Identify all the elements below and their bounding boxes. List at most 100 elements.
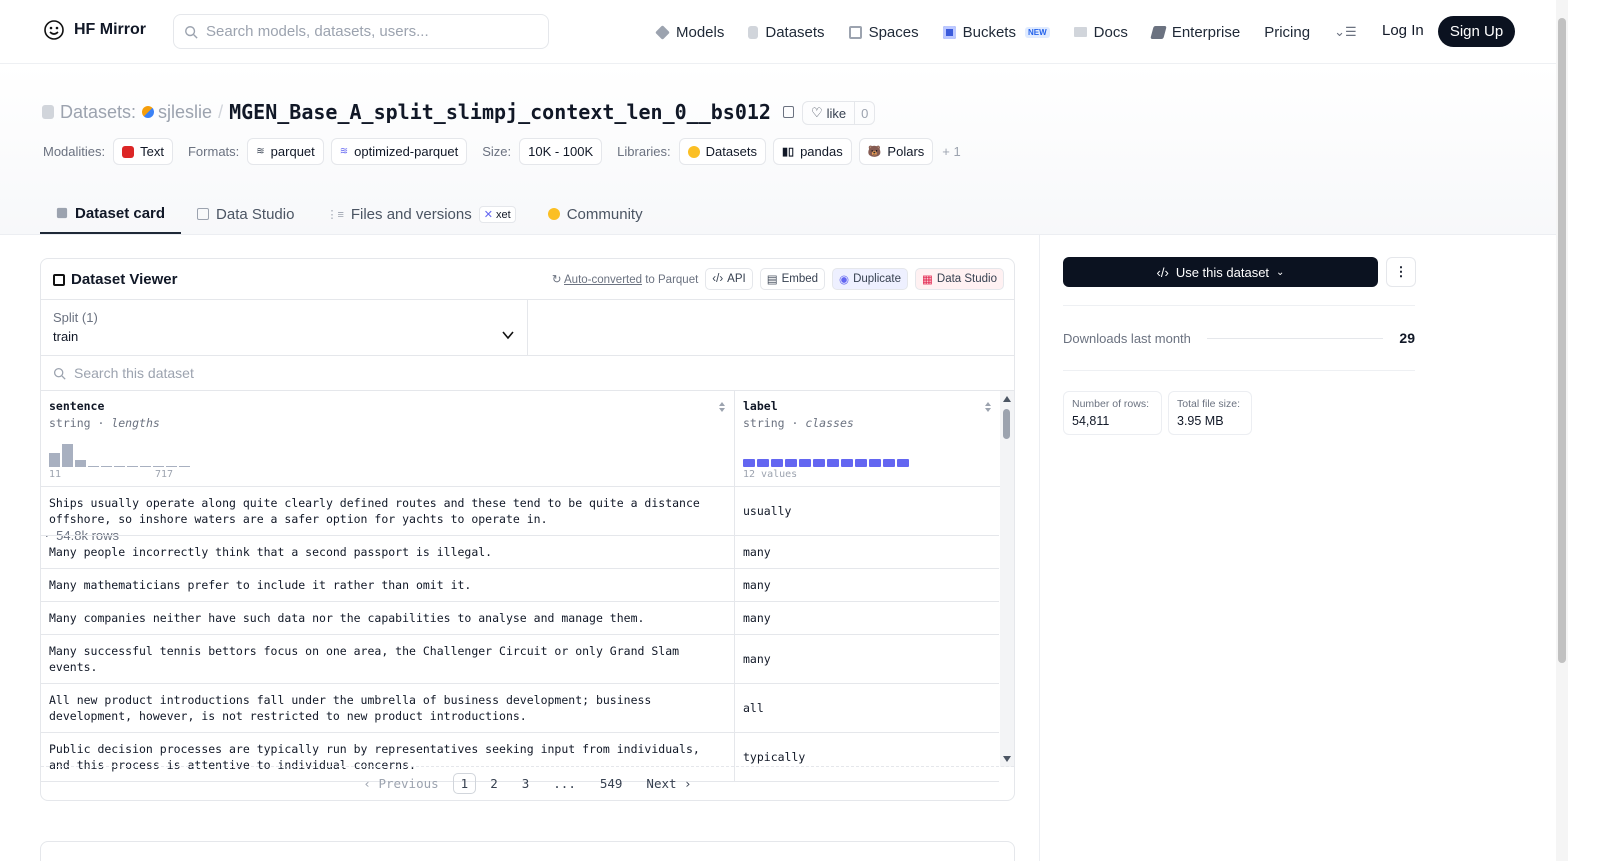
table-icon (197, 208, 210, 220)
next-page-button[interactable]: Next › (636, 776, 701, 791)
xet-badge-label: xet (496, 208, 511, 221)
grid-icon (848, 25, 862, 39)
column-name: label (743, 399, 778, 413)
library-chip-datasets[interactable]: Datasets (678, 138, 766, 165)
size-stat-label: Total file size: (1177, 398, 1241, 410)
table-row[interactable]: Ships usually operate along quite clearl… (41, 487, 999, 536)
kebab-menu-icon: ⋮ (1394, 264, 1408, 279)
brand-logo[interactable]: HF Mirror (42, 18, 146, 42)
nav-models-label: Models (676, 23, 725, 41)
table-row[interactable]: Many successful tennis bettors focus on … (41, 635, 999, 684)
more-libraries[interactable]: + 1 (942, 144, 960, 159)
class-bar (743, 459, 755, 467)
nav-enterprise[interactable]: Enterprise (1150, 20, 1240, 44)
nav-pricing[interactable]: Pricing (1264, 20, 1310, 44)
column-header-label[interactable]: label string · classes 12 values (735, 391, 1000, 487)
sort-icon[interactable] (984, 401, 992, 413)
signup-button[interactable]: Sign Up (1438, 16, 1515, 47)
dataset-search-placeholder: Search this dataset (74, 365, 194, 381)
api-button[interactable]: ‹/› API (705, 268, 753, 290)
auto-converted-note: ↻ Auto-converted to Parquet (552, 272, 698, 286)
page-last-button[interactable]: 549 (590, 776, 633, 791)
owner-avatar (142, 106, 155, 118)
histogram-bar (49, 453, 60, 467)
bucket-icon (942, 25, 956, 39)
format-chip-optimized-parquet[interactable]: ≋ optimized-parquet (330, 138, 468, 165)
dataset-icon (42, 105, 54, 119)
hf-emoji-icon (687, 145, 700, 158)
page-scroll-thumb[interactable] (1558, 18, 1566, 663)
library-chip-pandas[interactable]: ▮▯ pandas (772, 138, 852, 165)
auto-converted-suffix: to Parquet (645, 274, 699, 286)
cube-icon (655, 24, 670, 40)
length-histogram (49, 439, 190, 467)
class-bar (883, 459, 895, 467)
page-2-button[interactable]: 2 (480, 776, 508, 791)
prev-page-button[interactable]: ‹ Previous (353, 776, 448, 791)
library-chip-polars[interactable]: 🐻 Polars (858, 138, 934, 165)
label-cell: many (743, 652, 771, 666)
modality-chip-text[interactable]: Text (113, 138, 173, 165)
nav-buckets[interactable]: Buckets NEW (942, 20, 1050, 44)
nav-spaces[interactable]: Spaces (848, 20, 919, 44)
scroll-up-arrow[interactable] (1003, 396, 1011, 402)
login-link[interactable]: Log In (1382, 22, 1424, 39)
page-scrollbar[interactable] (1556, 0, 1568, 861)
split-right-empty (528, 299, 1014, 355)
nav-datasets[interactable]: Datasets (748, 20, 825, 44)
data-studio-button[interactable]: ▦ Data Studio (915, 268, 1004, 290)
polars-icon: 🐻 (867, 146, 882, 158)
viewer-toolbar: ↻ Auto-converted to Parquet ‹/› API ▤ Embe… (552, 268, 1004, 290)
embed-icon: ▤ (766, 274, 778, 286)
refresh-icon: ↻ (551, 274, 562, 286)
search-icon (185, 25, 198, 39)
page-3-button[interactable]: 3 (512, 776, 540, 791)
modality-label: Text (140, 144, 164, 159)
table-row[interactable]: Many people incorrectly think that a sec… (41, 536, 999, 569)
like-button[interactable]: ♡ like 0 (802, 101, 876, 125)
tab-data-studio[interactable]: Data Studio (181, 194, 310, 234)
data-studio-icon: ▦ (922, 274, 933, 286)
table-row[interactable]: Many companies neither have such data no… (41, 602, 999, 635)
copy-icon[interactable] (782, 106, 794, 118)
table-row[interactable]: All new product introductions fall under… (41, 684, 999, 733)
size-stat-value: 3.95 MB (1177, 414, 1224, 428)
nav-models[interactable]: Models (655, 20, 725, 44)
scroll-thumb[interactable] (1003, 409, 1010, 439)
tab-label: Files and versions (350, 205, 472, 223)
split-selector[interactable]: Split (1) train · 54.8k rows (41, 299, 528, 543)
tab-community[interactable]: Community (532, 194, 659, 234)
parquet-icon: ≋ (256, 146, 265, 157)
auto-converted-link[interactable]: Auto-converted (564, 274, 642, 286)
dataset-search-input[interactable]: Search this dataset (41, 355, 1014, 391)
sort-icon[interactable] (718, 401, 726, 413)
size-chip[interactable]: 10K - 100K (519, 138, 603, 165)
downloads-label: Downloads last month (1063, 330, 1191, 346)
dataset-name[interactable]: MGEN_Base_A_split_slimpj_context_len_0__… (229, 100, 771, 124)
tab-files-and-versions[interactable]: ⋮≡ Files and versions ✕ xet (310, 194, 531, 234)
chevron-down-icon (502, 331, 514, 340)
table-row[interactable]: Many mathematicians prefer to include it… (41, 569, 999, 602)
pandas-icon: ▮▯ (781, 146, 795, 158)
table-scrollbar[interactable] (1000, 391, 1014, 767)
community-icon (547, 208, 560, 220)
scroll-down-arrow[interactable] (1003, 756, 1011, 762)
nav-more-menu[interactable]: ⌄☰ (1334, 20, 1357, 44)
embed-button[interactable]: ▤ Embed (759, 268, 826, 290)
global-search-input[interactable]: Search models, datasets, users... (173, 14, 549, 49)
format-chip-parquet[interactable]: ≋ parquet (247, 138, 324, 165)
more-options-button[interactable]: ⋮ (1386, 257, 1416, 287)
nav-docs[interactable]: Docs (1073, 20, 1128, 44)
code-icon: ‹/› (712, 273, 724, 285)
label-cell: all (743, 701, 764, 715)
dataset-meta: Modalities: Text Formats: ≋ parquet ≋ opti… (43, 138, 961, 165)
column-header-sentence[interactable]: sentence string · lengths 11 717 (41, 391, 735, 487)
page-1-button[interactable]: 1 (452, 773, 477, 794)
use-this-dataset-button[interactable]: ‹/› Use this dataset ⌄ (1063, 257, 1378, 287)
owner-link[interactable]: sjleslie (142, 102, 212, 123)
sentence-cell: All new product introductions fall under… (41, 684, 735, 732)
library-label: Polars (887, 144, 925, 159)
rows-stat: Number of rows: 54,811 (1063, 391, 1162, 435)
duplicate-button[interactable]: ◉ Duplicate (832, 268, 909, 290)
tab-dataset-card[interactable]: Dataset card (40, 194, 182, 234)
